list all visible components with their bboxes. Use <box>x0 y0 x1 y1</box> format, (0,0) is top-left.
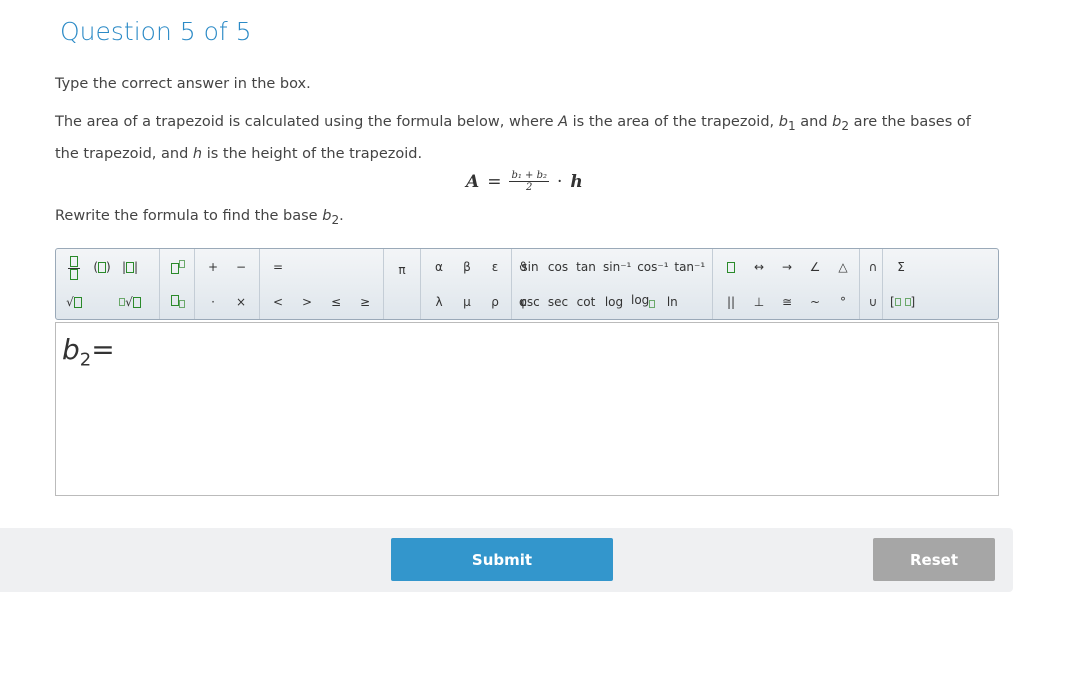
times-button[interactable]: × <box>227 295 255 309</box>
intersection-button[interactable]: ∩ <box>864 260 882 274</box>
degree-button[interactable]: ° <box>829 295 857 309</box>
action-bar: Submit Reset <box>0 528 1013 592</box>
arcsin-button[interactable]: sin⁻¹ <box>600 260 634 274</box>
subscript-button[interactable] <box>164 293 192 310</box>
plus-button[interactable]: + <box>199 260 227 274</box>
minus-button[interactable]: − <box>227 260 255 274</box>
sec-button[interactable]: sec <box>544 295 572 309</box>
less-than-button[interactable]: < <box>264 295 292 309</box>
triangle-button[interactable]: △ <box>829 260 857 274</box>
similar-button[interactable]: ~ <box>801 295 829 309</box>
arccos-button[interactable]: cos⁻¹ <box>634 260 671 274</box>
trapezoid-formula: A = b₁ + b₂ 2 · h <box>466 170 583 193</box>
absolute-value-button[interactable]: | | <box>116 260 144 274</box>
superscript-button[interactable] <box>164 259 192 275</box>
greek-alpha[interactable]: α <box>425 260 453 274</box>
congruent-button[interactable]: ≅ <box>773 295 801 309</box>
ln-button[interactable]: ln <box>658 295 686 309</box>
question-prompt: The area of a trapezoid is calculated us… <box>55 114 971 162</box>
fraction-button[interactable] <box>60 254 88 280</box>
math-toolbar: () | | √ √ + − · × = < > ≤ ≥ π αβεϑ λμρφ sin cos t… <box>55 248 999 320</box>
answer-input[interactable]: b2= <box>55 322 999 496</box>
log-base-button[interactable]: log <box>628 293 658 310</box>
greek-mu[interactable]: μ <box>453 295 481 309</box>
parentheses-button[interactable]: () <box>88 260 116 274</box>
arctan-button[interactable]: tan⁻¹ <box>671 260 708 274</box>
csc-button[interactable]: csc <box>516 295 544 309</box>
square-root-button[interactable]: √ <box>60 295 88 309</box>
cot-button[interactable]: cot <box>572 295 600 309</box>
line-button[interactable]: ↔ <box>745 260 773 274</box>
matrix-button[interactable]: [ ] <box>887 295 918 309</box>
rewrite-instruction: Rewrite the formula to find the base b2. <box>55 208 344 227</box>
greek-beta[interactable]: β <box>453 260 481 274</box>
dot-button[interactable]: · <box>199 295 227 309</box>
equals-button[interactable]: = <box>264 260 292 274</box>
nth-root-button[interactable]: √ <box>116 295 144 309</box>
greek-rho[interactable]: ρ <box>481 295 509 309</box>
greater-equal-button[interactable]: ≥ <box>351 295 379 309</box>
submit-button[interactable]: Submit <box>391 538 613 581</box>
angle-button[interactable]: ∠ <box>801 260 829 274</box>
pi-button[interactable]: π <box>388 263 416 277</box>
union-button[interactable]: ∪ <box>864 295 882 309</box>
question-title: Question 5 of 5 <box>60 17 252 46</box>
parallel-button[interactable]: || <box>717 295 745 309</box>
greek-lambda[interactable]: λ <box>425 295 453 309</box>
cos-button[interactable]: cos <box>544 260 572 274</box>
ray-button[interactable]: → <box>773 260 801 274</box>
instruction: Type the correct answer in the box. <box>55 76 311 92</box>
log-button[interactable]: log <box>600 295 628 309</box>
overline-button[interactable] <box>717 260 745 274</box>
greek-epsilon[interactable]: ε <box>481 260 509 274</box>
tan-button[interactable]: tan <box>572 260 600 274</box>
less-equal-button[interactable]: ≤ <box>322 295 350 309</box>
sin-button[interactable]: sin <box>516 260 544 274</box>
perpendicular-button[interactable]: ⊥ <box>745 295 773 309</box>
answer-expression: b2= <box>62 333 115 371</box>
greater-than-button[interactable]: > <box>293 295 321 309</box>
reset-button[interactable]: Reset <box>873 538 995 581</box>
summation-button[interactable]: Σ <box>887 260 915 274</box>
